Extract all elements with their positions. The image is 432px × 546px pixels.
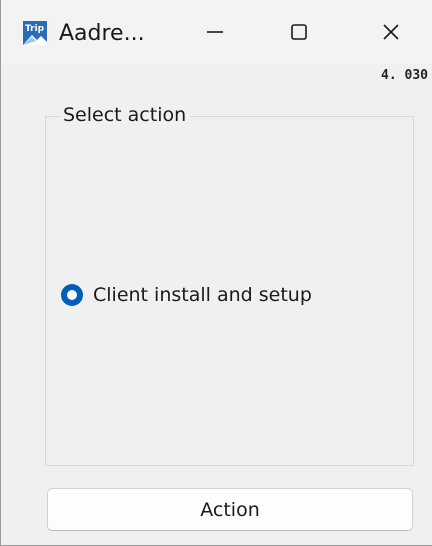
app-window: Trip Aadre... 4. 030 Select action Clien…	[0, 0, 432, 546]
maximize-button[interactable]	[269, 12, 329, 56]
minimize-icon	[205, 22, 225, 46]
maximize-icon	[289, 22, 309, 46]
trip-app-icon: Trip	[23, 21, 47, 45]
svg-text:Trip: Trip	[25, 24, 45, 34]
close-icon	[381, 22, 401, 46]
title-bar[interactable]: Trip Aadre...	[1, 0, 432, 64]
radio-selected-icon[interactable]	[61, 284, 83, 306]
close-button[interactable]	[361, 12, 421, 56]
window-title: Aadre...	[59, 21, 145, 46]
radio-client-install[interactable]: Client install and setup	[61, 284, 312, 306]
minimize-button[interactable]	[185, 12, 245, 56]
radio-label: Client install and setup	[93, 284, 312, 306]
action-button[interactable]: Action	[47, 488, 413, 531]
version-label: 4. 030	[381, 68, 428, 83]
groupbox-legend: Select action	[59, 102, 191, 128]
